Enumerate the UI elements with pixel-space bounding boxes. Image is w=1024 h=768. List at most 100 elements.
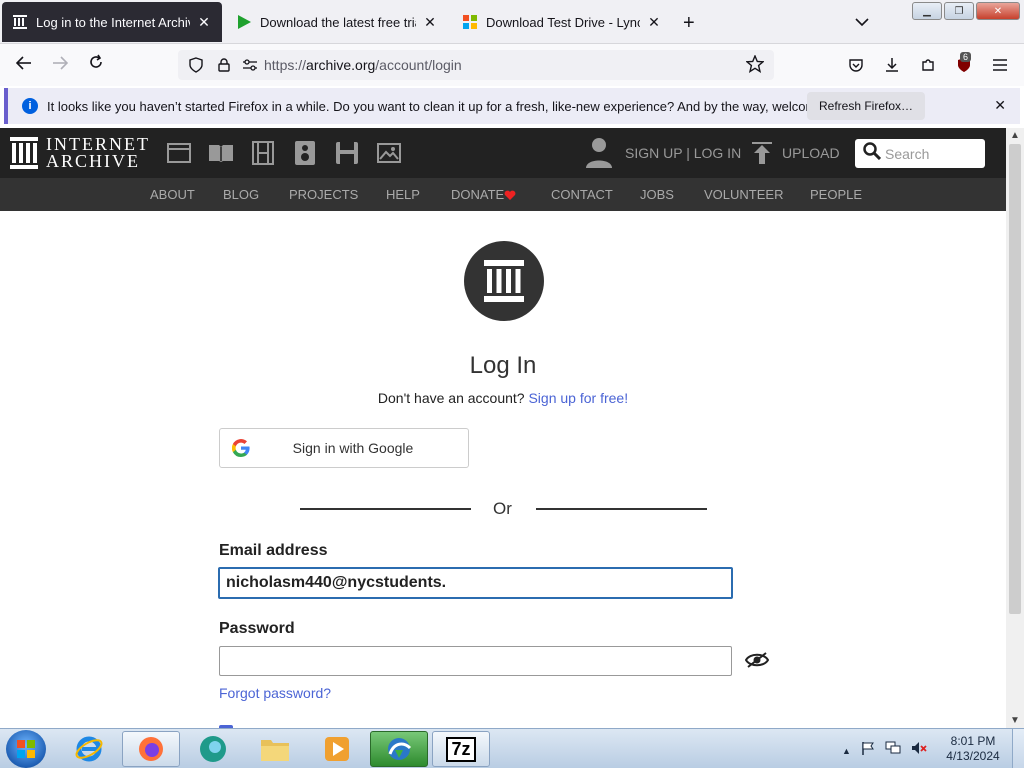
url-text[interactable]: https://archive.org/account/login (264, 57, 462, 73)
audio-speaker-icon[interactable] (292, 140, 318, 166)
scrollbar-thumb[interactable] (1009, 144, 1021, 614)
close-notification-icon[interactable]: ✕ (994, 97, 1006, 114)
notification-text: It looks like you haven’t started Firefo… (47, 98, 859, 114)
no-account-text: Don't have an account? Sign up for free! (0, 390, 1006, 406)
search-input[interactable] (885, 145, 981, 162)
page-title: Log In (469, 352, 537, 379)
network-icon[interactable] (885, 741, 901, 760)
show-password-eye-icon[interactable] (744, 652, 770, 673)
new-tab-plus-icon[interactable]: + (683, 12, 695, 35)
google-signin-label: Sign in with Google (292, 440, 414, 456)
archive-logo-circle-icon (464, 241, 544, 321)
logo-text: INTERNET ARCHIVE (46, 135, 150, 170)
firefox-notification-bar: i It looks like you haven’t started Fire… (4, 88, 1020, 124)
internet-archive-logo[interactable]: INTERNET ARCHIVE (10, 135, 150, 170)
page-scrollbar[interactable]: ▲ ▼ (1006, 128, 1024, 728)
tracking-shield-icon[interactable] (188, 57, 204, 73)
close-tab-icon[interactable]: ✕ (422, 14, 438, 31)
google-signin-button[interactable]: Sign in with Google (219, 428, 469, 468)
password-field[interactable] (219, 646, 732, 676)
tab-label: Log in to the Internet Archive (36, 14, 190, 30)
download-manager-icon[interactable] (370, 731, 428, 767)
edge-taskbar-icon[interactable] (184, 731, 242, 767)
address-bar[interactable]: https://archive.org/account/login (178, 50, 774, 80)
start-button[interactable] (6, 730, 46, 768)
show-hidden-icons-icon[interactable]: ▲ (842, 746, 851, 756)
email-field[interactable] (218, 567, 733, 599)
action-center-flag-icon[interactable] (861, 741, 875, 760)
lock-icon[interactable] (216, 57, 232, 73)
tab-internet-archive[interactable]: Log in to the Internet Archive ✕ (2, 2, 222, 42)
tab-download-test-drive[interactable]: Download Test Drive - Lync Ser ✕ (452, 2, 672, 42)
nav-jobs[interactable]: JOBS (640, 187, 674, 202)
extensions-puzzle-icon[interactable] (919, 56, 937, 74)
file-explorer-icon[interactable] (246, 731, 304, 767)
nav-people[interactable]: PEOPLE (810, 187, 862, 202)
restore-icon[interactable]: ❐ (944, 2, 974, 20)
search-icon[interactable] (863, 142, 882, 165)
tab-list-chevron-down-icon[interactable] (855, 14, 869, 30)
or-divider-left (300, 508, 471, 510)
nav-projects[interactable]: PROJECTS (289, 187, 358, 202)
upload-arrow-icon[interactable] (752, 142, 772, 169)
tab-label: Download Test Drive - Lync Ser (486, 14, 640, 30)
site-search-box (855, 139, 985, 168)
info-icon: i (22, 98, 38, 114)
scroll-down-arrow-icon[interactable]: ▼ (1010, 715, 1020, 726)
minimize-icon[interactable]: ▁ (912, 2, 942, 20)
extension-badge: 6 (960, 52, 972, 62)
internet-explorer-icon[interactable] (60, 731, 118, 767)
show-desktop-button[interactable] (1012, 729, 1024, 768)
no-account-label: Don't have an account? (377, 390, 525, 406)
url-scheme: https:// (264, 57, 307, 73)
upload-link[interactable]: UPLOAD (782, 145, 840, 161)
downloads-icon[interactable] (883, 56, 901, 74)
bookmark-star-icon[interactable] (745, 54, 765, 78)
tab-strip: Log in to the Internet Archive ✕ Downloa… (0, 0, 1024, 44)
play-favicon-icon (236, 14, 252, 30)
system-clock[interactable]: 8:01 PM 4/13/2024 (938, 734, 1008, 764)
or-text: Or (493, 499, 512, 518)
video-film-icon[interactable] (250, 140, 276, 166)
images-icon[interactable] (376, 140, 402, 166)
tab-download-trial[interactable]: Download the latest free trial ve ✕ (226, 2, 448, 42)
menu-hamburger-icon[interactable] (991, 56, 1009, 74)
permissions-icon[interactable] (242, 57, 258, 73)
refresh-firefox-button[interactable]: Refresh Firefox… (807, 92, 926, 120)
close-tab-icon[interactable]: ✕ (196, 14, 212, 31)
nav-help[interactable]: HELP (386, 187, 420, 202)
software-floppy-icon[interactable] (334, 140, 360, 166)
texts-book-icon[interactable] (208, 140, 234, 166)
nav-volunteer[interactable]: VOLUNTEER (704, 187, 783, 202)
clock-date: 4/13/2024 (946, 749, 1000, 763)
url-path: /account/login (375, 57, 462, 73)
media-type-icons (166, 140, 402, 166)
user-avatar-icon[interactable] (585, 136, 613, 173)
scroll-up-arrow-icon[interactable]: ▲ (1010, 130, 1020, 141)
firefox-taskbar-icon[interactable] (122, 731, 180, 767)
seven-zip-icon[interactable]: 7z (432, 731, 490, 767)
nav-blog[interactable]: BLOG (223, 187, 259, 202)
nav-about[interactable]: ABOUT (150, 187, 195, 202)
web-icon[interactable] (166, 140, 192, 166)
forward-arrow-icon[interactable] (49, 54, 71, 75)
close-tab-icon[interactable]: ✕ (646, 14, 662, 31)
back-arrow-icon[interactable] (13, 54, 35, 75)
volume-muted-icon[interactable] (911, 741, 927, 760)
archive-building-icon (10, 137, 38, 169)
signup-link[interactable]: Sign up for free! (528, 390, 628, 406)
pocket-icon[interactable] (847, 56, 865, 74)
site-nav-bar: ABOUT BLOG PROJECTS HELP DONATE CONTACT … (0, 178, 1006, 211)
media-player-icon[interactable] (308, 731, 366, 767)
nav-contact[interactable]: CONTACT (551, 187, 613, 202)
nav-donate[interactable]: DONATE (451, 187, 504, 202)
system-tray: ▲ (842, 741, 927, 760)
signup-login-link[interactable]: SIGN UP | LOG IN (625, 145, 741, 161)
forgot-password-link[interactable]: Forgot password? (219, 685, 331, 701)
clock-time: 8:01 PM (950, 734, 996, 748)
window-close-icon[interactable]: ✕ (976, 2, 1020, 20)
seven-zip-label: 7z (446, 736, 476, 762)
reload-icon[interactable] (85, 54, 107, 75)
or-divider-right (536, 508, 707, 510)
tab-label: Download the latest free trial ve (260, 14, 416, 30)
